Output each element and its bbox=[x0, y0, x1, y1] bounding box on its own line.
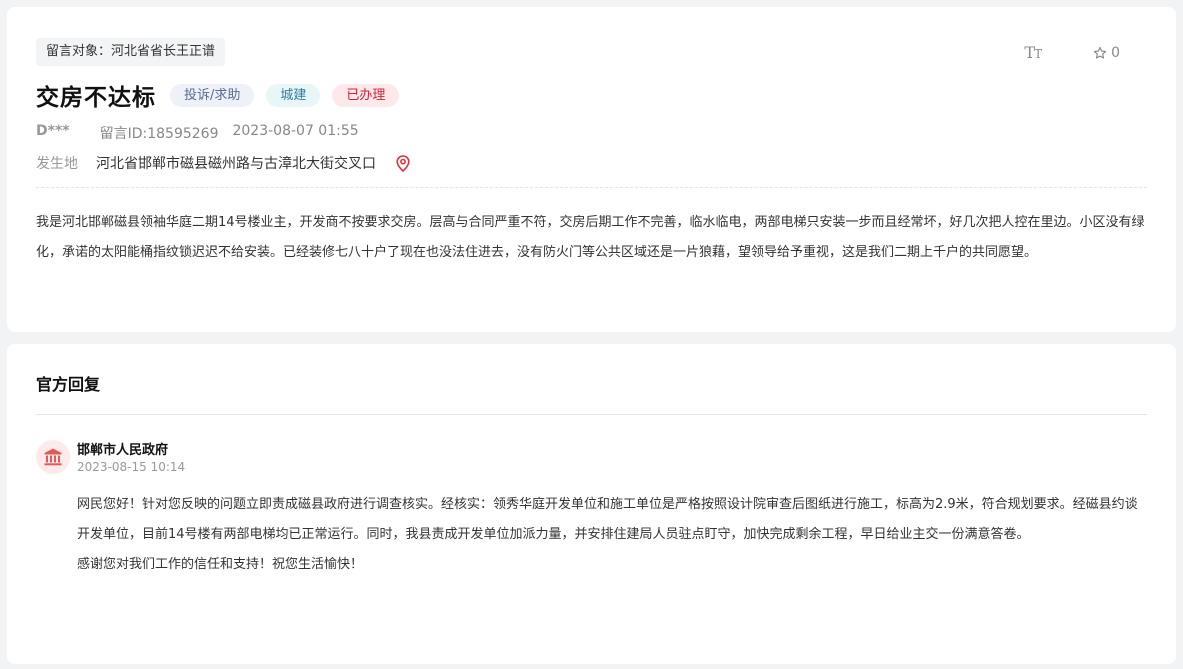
status-badge: 已办理 bbox=[332, 83, 400, 107]
location-label: 发生地 bbox=[36, 156, 78, 172]
divider bbox=[36, 187, 1147, 188]
divider bbox=[36, 414, 1147, 415]
reply-org-name: 邯郸市人民政府 bbox=[77, 443, 169, 458]
title-row: 交房不达标 投诉/求助 城建 已办理 bbox=[36, 78, 411, 112]
reply-body: 网民您好！针对您反映的问题立即责成磁县政府进行调查核实。经核实：领秀华庭开发单位… bbox=[77, 490, 1147, 580]
official-reply-card: 官方回复 邯郸市人民政府 2023-08-15 10:14 网民您好！针对您反映… bbox=[7, 344, 1176, 664]
post-datetime: 2023-08-07 01:55 bbox=[232, 123, 359, 139]
font-size-icon: TT bbox=[1024, 43, 1042, 62]
government-building-icon bbox=[44, 448, 62, 466]
message-target-tag: 留言对象：河北省省长王正谱 bbox=[36, 38, 226, 66]
type-badge: 投诉/求助 bbox=[170, 83, 255, 107]
location-value: 河北省邯郸市磁县磁州路与古漳北大街交叉口 bbox=[96, 156, 376, 172]
category-badge: 城建 bbox=[266, 83, 321, 107]
reply-heading: 官方回复 bbox=[36, 375, 101, 394]
avatar bbox=[36, 440, 70, 474]
meta-row: D*** 留言ID:18595269 2023-08-07 01:55 bbox=[36, 123, 359, 143]
favorite-count: 0 bbox=[1111, 44, 1120, 61]
font-size-button[interactable]: TT bbox=[1024, 43, 1042, 62]
toolbar: TT 0 bbox=[1024, 43, 1120, 62]
petition-card: 留言对象：河北省省长王正谱 TT 0 交房不达标 投诉/求助 城建 已办理 D*… bbox=[7, 7, 1176, 332]
message-id: 留言ID:18595269 bbox=[99, 126, 219, 142]
author-name: D*** bbox=[36, 123, 70, 139]
location-pin-icon[interactable] bbox=[396, 154, 410, 172]
petition-content: 我是河北邯郸磁县领袖华庭二期14号楼业主，开发商不按要求交房。层高与合同严重不符… bbox=[36, 215, 1145, 260]
reply-datetime: 2023-08-15 10:14 bbox=[77, 460, 186, 474]
page-title: 交房不达标 bbox=[36, 85, 156, 111]
reply-closing: 感谢您对我们工作的信任和支持！祝您生活愉快！ bbox=[77, 557, 364, 572]
star-outline-icon bbox=[1093, 46, 1107, 59]
location-row: 发生地 河北省邯郸市磁县磁州路与古漳北大街交叉口 bbox=[36, 153, 410, 173]
reply-paragraph: 网民您好！针对您反映的问题立即责成磁县政府进行调查核实。经核实：领秀华庭开发单位… bbox=[77, 497, 1138, 542]
favorite-button[interactable]: 0 bbox=[1093, 45, 1120, 61]
